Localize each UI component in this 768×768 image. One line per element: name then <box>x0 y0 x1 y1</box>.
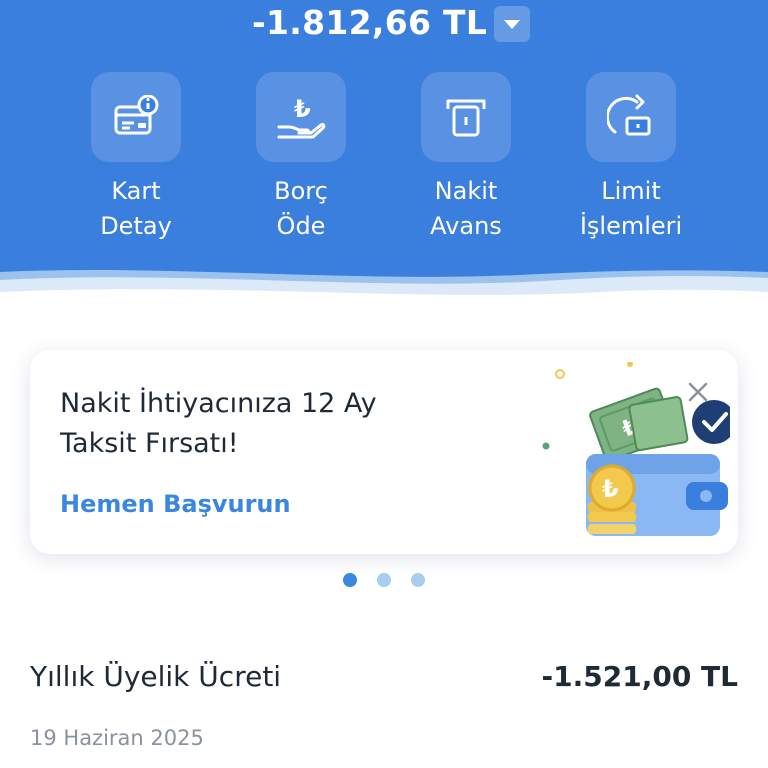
carousel-indicator <box>343 573 425 587</box>
atm-cash-icon <box>446 99 486 137</box>
action-tile <box>421 72 511 162</box>
chevron-down-icon <box>504 19 520 29</box>
transaction-title[interactable]: Yıllık Üyelik Ücreti <box>30 657 281 697</box>
header-wave <box>0 270 768 330</box>
action-pay-debt[interactable]: ₺ Borç Öde <box>231 72 371 247</box>
action-cash-advance[interactable]: Nakit Avans <box>396 72 536 247</box>
close-icon[interactable] <box>686 380 710 404</box>
limit-refresh-icon <box>607 94 651 136</box>
action-label-line1: Borç <box>274 177 328 205</box>
action-card-details[interactable]: Kart Detay <box>66 72 206 247</box>
action-tile <box>91 72 181 162</box>
carousel-dot-1[interactable] <box>343 573 357 587</box>
action-label-line1: Nakit <box>434 177 498 205</box>
svg-text:₺: ₺ <box>294 95 311 123</box>
action-label-line1: Kart <box>111 177 161 205</box>
transaction-date: 19 Haziran 2025 <box>30 726 204 750</box>
quick-actions: Kart Detay ₺ Borç Öde Nakit Avans Limit … <box>0 72 768 247</box>
carousel-dot-3[interactable] <box>411 573 425 587</box>
carousel-dot-2[interactable] <box>377 573 391 587</box>
action-label-line2: İşlemleri <box>579 212 683 240</box>
action-label-line2: Detay <box>100 212 172 240</box>
balance-amount: -1.812,66 TL <box>252 3 488 42</box>
card-info-icon <box>114 95 159 135</box>
svg-text:₺: ₺ <box>602 475 619 503</box>
lira-hand-icon: ₺ <box>277 95 326 139</box>
action-tile: ₺ <box>256 72 346 162</box>
promo-card[interactable]: Nakit İhtiyacınıza 12 Ay Taksit Fırsatı!… <box>30 350 738 554</box>
action-label-line2: Öde <box>276 212 326 240</box>
action-limit-operations[interactable]: Limit İşlemleri <box>561 72 701 247</box>
transaction-amount: -1.521,00 TL <box>541 660 738 693</box>
balance-toggle-button[interactable] <box>494 6 530 42</box>
promo-apply-link[interactable]: Hemen Başvurun <box>60 490 291 518</box>
action-tile <box>586 72 676 162</box>
action-label-line1: Limit <box>601 177 661 205</box>
action-label-line2: Avans <box>430 212 502 240</box>
account-header: -1.812,66 TL Kart Detay ₺ Borç Öde Nakit… <box>0 0 768 330</box>
promo-title: Nakit İhtiyacınıza 12 Ay Taksit Fırsatı! <box>60 388 377 459</box>
